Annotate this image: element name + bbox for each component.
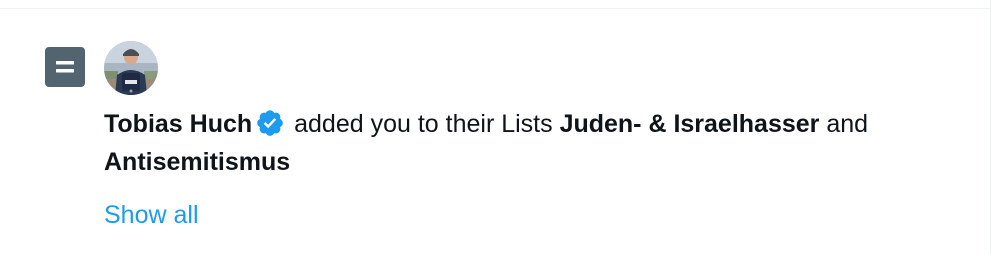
list-added-notification[interactable]: Tobias Huch added you to their Lists Jud… (0, 9, 990, 254)
conjunction-text: and (819, 110, 869, 138)
notification-message: Tobias Huch added you to their Lists Jud… (104, 105, 964, 181)
list-name-one[interactable]: Juden- & Israelhasser (560, 110, 820, 138)
right-divider (990, 0, 991, 254)
list-name-two[interactable]: Antisemitismus (104, 148, 290, 176)
action-text: added you to their Lists (287, 110, 560, 138)
actor-name-link[interactable]: Tobias Huch (104, 110, 252, 138)
user-avatar[interactable] (104, 41, 158, 95)
verified-badge-icon (255, 108, 285, 138)
list-icon (45, 47, 85, 87)
show-all-link[interactable]: Show all (104, 201, 199, 230)
